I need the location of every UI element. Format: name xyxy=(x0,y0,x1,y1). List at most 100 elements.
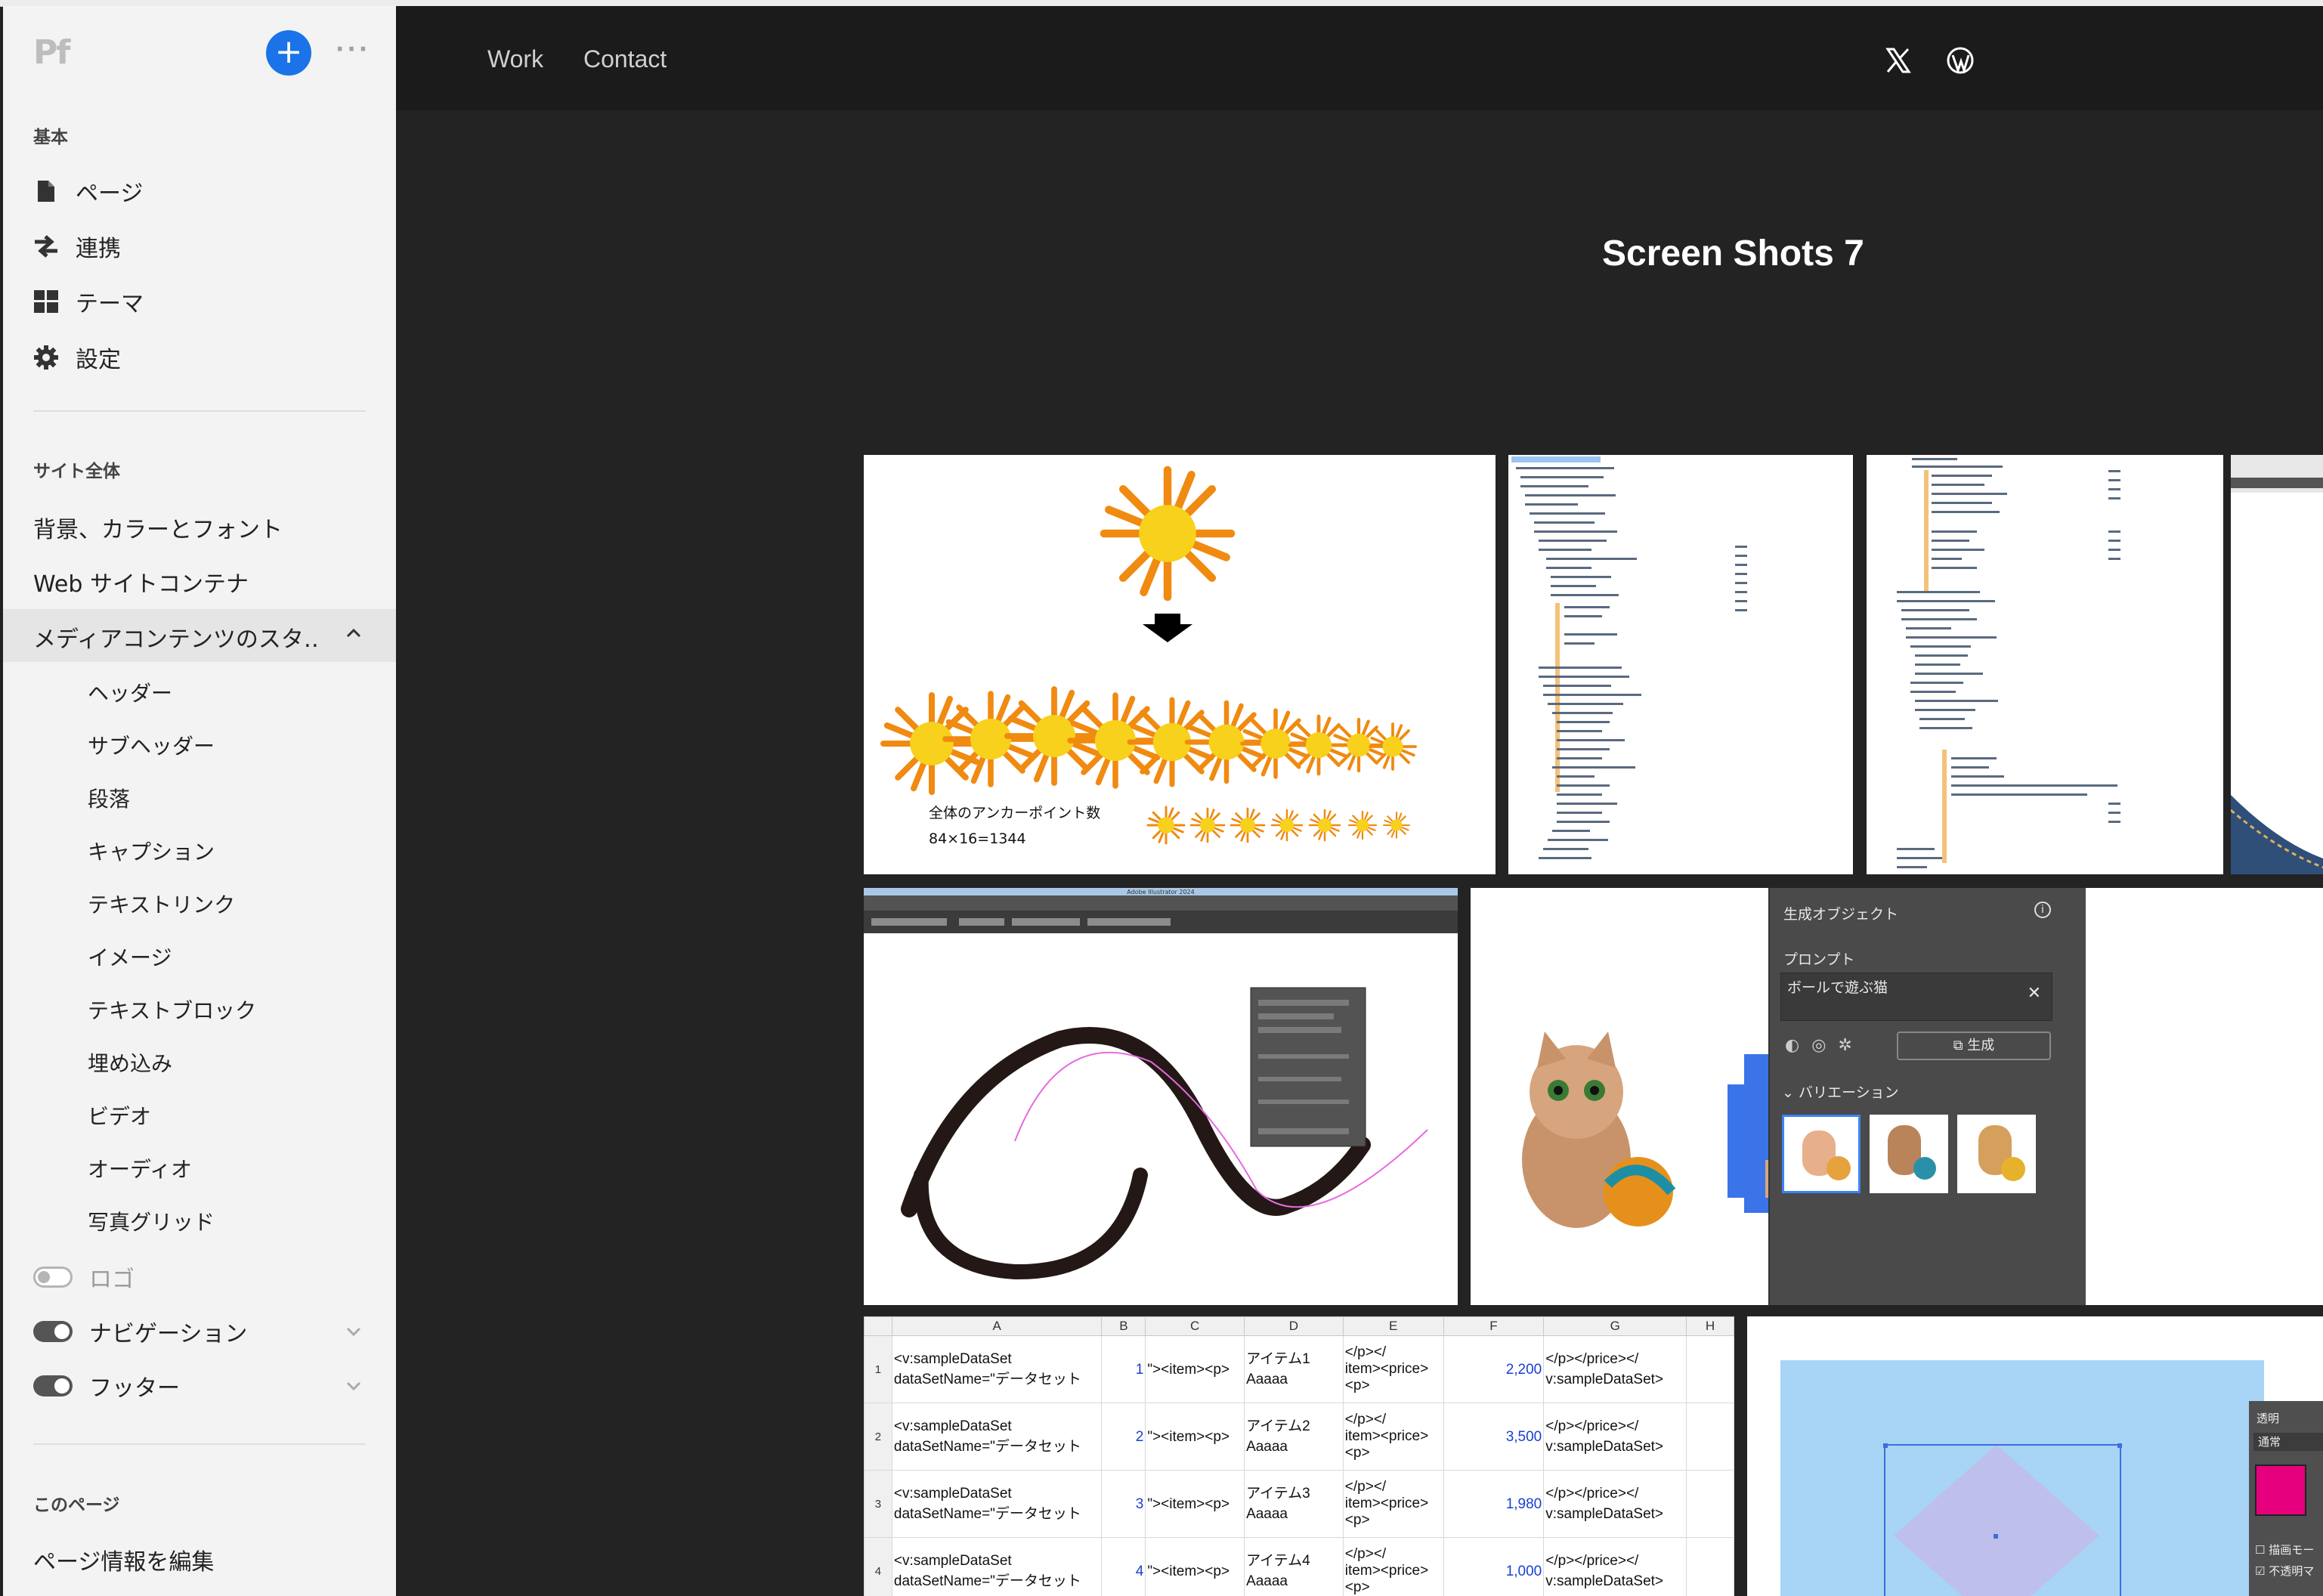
style-item-audio[interactable]: オーディオ xyxy=(88,1153,192,1183)
site-link-background-colors-fonts[interactable]: 背景、カラーとフォント xyxy=(33,511,283,544)
nav-link-contact[interactable]: Contact xyxy=(583,45,667,73)
data-table: A B C D E F G H 1 <v:sampleDataSet dataSe… xyxy=(864,1316,1734,1596)
variation-thumb-2[interactable] xyxy=(1870,1115,1948,1193)
toggle-row-logo[interactable]: ロゴ xyxy=(33,1260,135,1294)
style-item-caption[interactable]: キャプション xyxy=(88,836,215,866)
style-item-video[interactable]: ビデオ xyxy=(88,1100,151,1130)
sidebar-item-label: 連携 xyxy=(76,236,121,262)
layout-icon xyxy=(33,289,59,314)
site-link-website-container[interactable]: Web サイトコンテナ xyxy=(33,565,249,598)
checkbox-draw-mode[interactable]: ☐ 描画モー xyxy=(2255,1542,2314,1557)
page-title: Screen Shots 7 xyxy=(1602,234,1864,274)
table-row: 4 <v:sampleDataSet dataSetName="データセット 4 … xyxy=(864,1537,1734,1596)
object-tree-illustration xyxy=(1511,456,1747,859)
prompt-value: ボールで遊ぶ猫 xyxy=(1787,979,1888,996)
section-title-this-page: このページ xyxy=(33,1495,120,1515)
screenshot-flower-anchor-points[interactable]: 全体のアンカーポイント数 84×16=1344 xyxy=(864,455,1496,874)
blend-mode-select[interactable]: 通常 xyxy=(2253,1433,2323,1451)
site-preview: Work Contact Screen Shots 7 全体のアンカーポイント数… xyxy=(396,6,2323,1596)
generative-object-panel: 生成オブジェクト i プロンプト ボールで遊ぶ猫 ✕ ◐◎✲ ⧉ 生成 ⌄ バリ… xyxy=(1768,888,2323,1305)
editor-sidebar: Pf + ··· 基本 ページ 連携 テーマ 設定 サイト全体 背景、カラーとフ… xyxy=(3,6,396,1596)
divider xyxy=(33,1443,366,1445)
section-title-basic: 基本 xyxy=(33,128,68,147)
screenshot-pdf-tree-2[interactable] xyxy=(1867,455,2223,874)
screenshot-pdf-tree-1[interactable] xyxy=(1508,455,1853,874)
sidebar-item-theme[interactable]: テーマ xyxy=(33,283,144,320)
screenshot-illustrator-brush[interactable]: Adobe Illustrator 2024 xyxy=(864,888,1458,1305)
caption-line: 84×16=1344 xyxy=(929,830,1026,847)
screenshot-partial[interactable] xyxy=(2300,888,2323,1305)
prompt-input[interactable]: ボールで遊ぶ猫 ✕ xyxy=(1780,973,2052,1021)
column-header: H xyxy=(1686,1316,1734,1336)
variation-thumb-1[interactable] xyxy=(1782,1115,1861,1193)
panel-title: 透明 xyxy=(2256,1412,2280,1425)
column-header: G xyxy=(1543,1316,1687,1336)
style-item-photo-grid[interactable]: 写真グリッド xyxy=(88,1206,215,1236)
nav-link-work[interactable]: Work xyxy=(487,45,543,73)
toggle-label: フッター xyxy=(89,1375,180,1402)
section-label: メディアコンテンツのスタ… xyxy=(33,626,320,653)
chevron-up-icon[interactable] xyxy=(345,624,363,645)
style-item-paragraph[interactable]: 段落 xyxy=(88,783,130,813)
toggle-row-footer[interactable]: フッター xyxy=(33,1369,180,1403)
site-header: Work Contact xyxy=(396,6,2323,110)
sidebar-item-label: 設定 xyxy=(76,347,121,373)
generate-icon: ⧉ xyxy=(1953,1038,1968,1053)
screenshot-denim[interactable] xyxy=(2231,455,2323,874)
screenshot-transparency[interactable]: 透明 通常 ☐ 描画モー ☑ 不透明マ xyxy=(1747,1316,2323,1596)
toggle-label: ナビゲーション xyxy=(89,1321,248,1347)
screenshot-spreadsheet[interactable]: A B C D E F G H 1 <v:sampleDataSet dataSe… xyxy=(864,1316,1734,1596)
edit-page-info-link[interactable]: ページ情報を編集 xyxy=(33,1543,214,1576)
table-row: 3 <v:sampleDataSet dataSetName="データセット 3 … xyxy=(864,1470,1734,1538)
panel-title: 生成オブジェクト xyxy=(1783,906,1899,923)
style-item-header[interactable]: ヘッダー xyxy=(88,677,172,707)
chevron-down-icon[interactable] xyxy=(345,1322,363,1344)
gradient-shape-illustration xyxy=(1780,1360,2264,1596)
checkbox-opacity-mask[interactable]: ☑ 不透明マ xyxy=(2255,1563,2314,1579)
sidebar-item-label: ページ xyxy=(76,181,144,207)
sidebar-item-pages[interactable]: ページ xyxy=(33,172,143,210)
style-options-icons[interactable]: ◐◎✲ xyxy=(1785,1036,1864,1055)
more-options-button[interactable]: ··· xyxy=(336,36,370,63)
wordpress-icon[interactable] xyxy=(1945,45,1975,76)
chevron-down-icon[interactable] xyxy=(345,1377,363,1398)
style-item-subheader[interactable]: サブヘッダー xyxy=(88,730,215,760)
arrow-down-icon xyxy=(1143,614,1192,642)
style-item-text-block[interactable]: テキストブロック xyxy=(88,994,256,1025)
opacity-mask-thumb[interactable] xyxy=(2255,1465,2306,1516)
object-tree-illustration xyxy=(1897,458,2120,868)
clear-icon[interactable]: ✕ xyxy=(2028,984,2041,1003)
chevron-down-icon: ⌄ xyxy=(1782,1084,1799,1101)
column-header: D xyxy=(1244,1316,1344,1336)
media-content-style-section[interactable]: メディアコンテンツのスタ… xyxy=(3,609,396,662)
toggle-label: ロゴ xyxy=(89,1267,135,1293)
x-icon[interactable] xyxy=(1883,45,1913,76)
flower-illustration: 全体のアンカーポイント数 84×16=1344 xyxy=(864,455,1417,847)
column-header: B xyxy=(1101,1316,1146,1336)
column-header: A xyxy=(891,1316,1103,1336)
sidebar-item-settings[interactable]: 設定 xyxy=(33,339,121,376)
footer-toggle[interactable] xyxy=(33,1375,73,1396)
generate-label: 生成 xyxy=(1967,1038,1995,1053)
column-header: F xyxy=(1443,1316,1545,1336)
navigation-toggle[interactable] xyxy=(33,1321,73,1342)
generate-button[interactable]: ⧉ 生成 xyxy=(1897,1032,2051,1060)
prompt-label: プロンプト xyxy=(1783,951,1855,968)
portfolio-logo[interactable]: Pf xyxy=(33,33,70,72)
caption-line: 全体のアンカーポイント数 xyxy=(929,805,1100,821)
toggle-row-navigation[interactable]: ナビゲーション xyxy=(33,1315,247,1348)
style-item-image[interactable]: イメージ xyxy=(88,942,172,972)
brush-stroke-illustration: Adobe Illustrator 2024 xyxy=(864,888,1458,1280)
gear-icon xyxy=(33,345,59,370)
style-item-embed[interactable]: 埋め込み xyxy=(88,1047,172,1078)
info-icon[interactable]: i xyxy=(2034,902,2051,918)
section-title-site: サイト全体 xyxy=(33,462,120,481)
add-content-button[interactable]: + xyxy=(266,30,311,76)
denim-illustration xyxy=(2231,455,2323,874)
table-row: 1 <v:sampleDataSet dataSetName="データセット 1 … xyxy=(864,1335,1734,1403)
sidebar-item-integrations[interactable]: 連携 xyxy=(33,227,121,265)
flower-icon xyxy=(1104,470,1231,597)
style-item-text-link[interactable]: テキストリンク xyxy=(88,889,235,919)
logo-toggle[interactable] xyxy=(33,1267,73,1288)
variation-thumb-3[interactable] xyxy=(1957,1115,2036,1193)
